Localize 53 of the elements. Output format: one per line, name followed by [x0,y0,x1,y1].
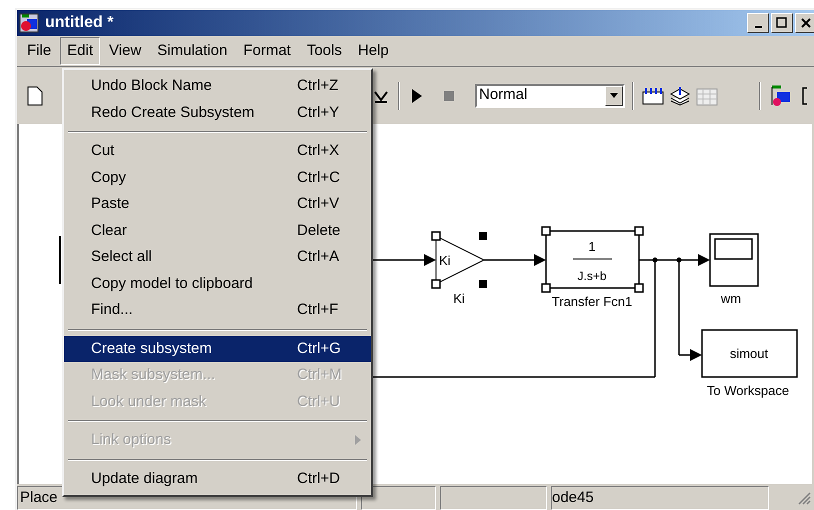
maximize-icon [776,17,788,29]
block-label: Transfer Fcn1 [552,294,632,309]
menu-item[interactable]: Find... Ctrl+F [64,297,371,324]
menu-bar-item[interactable]: Simulation [150,36,234,66]
maximize-button[interactable] [771,13,793,33]
selection-handle[interactable] [431,231,441,241]
block-label: To Workspace [706,383,790,398]
selection-handle[interactable] [541,226,551,236]
block-label: wm [720,291,742,306]
variable-name: simout [730,346,768,361]
submenu-arrow-icon [355,435,361,446]
menu-item[interactable]: Paste Ctrl+V [64,191,371,218]
resize-grip-icon[interactable] [797,491,811,505]
scope-block[interactable] [709,233,759,287]
menu-bar-item[interactable]: Edit [60,36,100,66]
close-button[interactable] [795,13,814,33]
menu-item[interactable]: Clear Delete [64,218,371,244]
selection-handle[interactable] [634,226,644,236]
selection-handle[interactable] [479,280,487,288]
menu-item[interactable]: Select all Ctrl+A [64,244,371,270]
model-icon[interactable] [769,84,791,106]
menu-bar-item[interactable]: View [102,36,148,66]
stop-simulation-icon[interactable] [444,90,454,100]
block-label: Ki [453,291,465,306]
menu-item[interactable]: Create subsystem Ctrl+G [64,336,371,362]
start-simulation-icon[interactable] [412,88,422,102]
selection-handle[interactable] [634,283,644,293]
window-title: untitled * [45,13,114,33]
stack-icon[interactable] [669,86,691,106]
close-icon [800,17,812,29]
menu-bar-item[interactable]: Help [350,36,396,66]
selection-handle[interactable] [541,283,551,293]
feedback-line [59,236,61,284]
simulation-mode-dropdown[interactable]: Normal [475,84,625,108]
menu-item[interactable]: Cut Ctrl+X [64,138,371,164]
minimize-icon [754,26,762,28]
app-icon [19,13,39,33]
menu-item[interactable]: Copy Ctrl+C [64,164,371,191]
dropdown-arrow-icon [610,93,618,98]
menu-item[interactable]: Copy model to clipboard [64,270,371,297]
menu-item[interactable]: Undo Block Name Ctrl+Z [64,73,371,100]
bracket-icon[interactable] [801,86,809,106]
menu-item[interactable]: Redo Create Subsystem Ctrl+Y [64,100,371,126]
minimize-button[interactable] [747,13,769,33]
menu-bar-item[interactable]: File [20,36,58,66]
selection-handle[interactable] [431,279,441,289]
library-browser-icon[interactable] [642,86,664,104]
menu-bar-item[interactable]: Format [236,36,298,66]
solver-status: ode45 [551,486,769,510]
new-model-icon[interactable] [27,86,43,106]
menu-bar-item[interactable]: Tools [300,36,349,66]
to-workspace-block[interactable] [701,329,798,378]
selection-handle[interactable] [479,232,487,240]
